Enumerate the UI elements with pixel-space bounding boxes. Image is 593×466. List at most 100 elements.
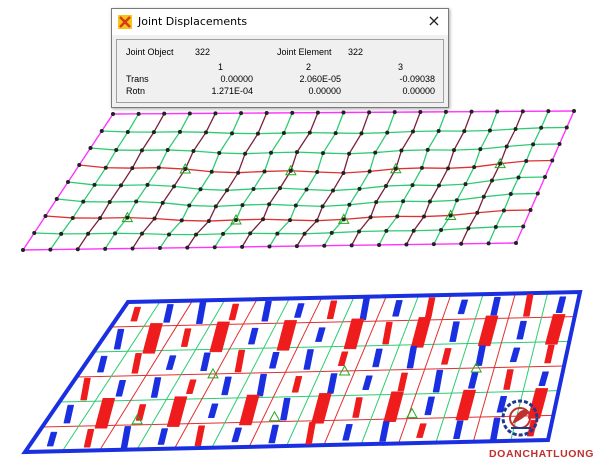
mesh-node bbox=[373, 150, 378, 155]
mesh-node bbox=[278, 186, 282, 191]
mesh-row-segment bbox=[147, 184, 175, 188]
close-button[interactable]: × bbox=[420, 9, 448, 35]
mesh-column-segment bbox=[181, 205, 190, 221]
stress-block bbox=[185, 379, 197, 394]
mesh-node bbox=[481, 194, 486, 199]
joint-displacements-dialog: Joint Displacements × Joint Object 322 J… bbox=[111, 8, 449, 108]
joint-object-value: 322 bbox=[195, 47, 211, 57]
mesh-row-segment bbox=[385, 184, 413, 187]
mesh-node bbox=[293, 203, 298, 208]
mesh-row-segment bbox=[465, 179, 493, 185]
mesh-row-segment bbox=[401, 149, 428, 152]
mesh-row-segment bbox=[322, 204, 350, 208]
mesh-row-segment bbox=[489, 128, 516, 132]
stress-block bbox=[268, 424, 279, 444]
mesh-node bbox=[564, 125, 569, 130]
mesh-column-segment bbox=[456, 183, 467, 201]
mesh-column-segment bbox=[283, 112, 293, 134]
mesh-row-segment bbox=[506, 143, 534, 148]
stress-block bbox=[379, 421, 390, 442]
mesh-node bbox=[262, 169, 267, 174]
mesh-node bbox=[528, 208, 533, 212]
mesh-column-segment bbox=[167, 131, 181, 151]
mesh-node bbox=[307, 130, 312, 135]
stress-block bbox=[467, 372, 479, 389]
mesh-column-segment bbox=[488, 226, 497, 244]
mesh-row-segment bbox=[296, 151, 324, 154]
stress-block bbox=[157, 428, 169, 445]
mesh-node bbox=[66, 180, 70, 184]
mesh-node bbox=[54, 197, 59, 201]
mesh-node bbox=[436, 129, 441, 134]
mesh-node bbox=[88, 146, 93, 150]
stress-block bbox=[359, 297, 371, 321]
mesh-node bbox=[384, 228, 389, 233]
mesh-column-segment bbox=[99, 201, 111, 219]
mesh-node bbox=[140, 231, 145, 236]
mesh-node bbox=[498, 161, 503, 166]
stress-block bbox=[522, 294, 534, 317]
mesh-row-segment bbox=[448, 166, 475, 169]
mesh-column-segment bbox=[44, 198, 58, 217]
stress-block bbox=[516, 320, 527, 340]
mesh-node bbox=[99, 129, 104, 133]
mesh-row-segment bbox=[343, 170, 370, 174]
mesh-column-segment bbox=[77, 233, 89, 250]
stress-block bbox=[256, 373, 268, 397]
mesh-column-segment bbox=[208, 206, 217, 222]
stress-block bbox=[352, 397, 363, 418]
mesh-row-segment bbox=[167, 149, 194, 152]
mesh-column-segment bbox=[237, 153, 246, 173]
mesh-column-segment bbox=[476, 196, 485, 213]
mesh-node bbox=[501, 208, 506, 213]
mesh-node bbox=[448, 213, 453, 218]
mesh-row-segment bbox=[223, 232, 251, 235]
mesh-column-segment bbox=[186, 234, 197, 249]
mesh-node bbox=[399, 148, 404, 153]
mesh-node bbox=[437, 183, 441, 188]
mesh-column-segment bbox=[296, 132, 311, 153]
mesh-node bbox=[410, 183, 415, 188]
mesh-column-segment bbox=[540, 110, 549, 129]
stress-block bbox=[165, 355, 177, 370]
mesh-node bbox=[550, 158, 555, 163]
mesh-row-segment bbox=[453, 148, 481, 151]
stress-block bbox=[392, 300, 403, 317]
mesh-node bbox=[535, 191, 540, 196]
dialog-title: Joint Displacements bbox=[138, 15, 248, 28]
stress-block bbox=[200, 352, 211, 372]
mesh-node bbox=[187, 203, 192, 208]
mesh-column-segment bbox=[342, 153, 350, 174]
mesh-node bbox=[359, 131, 364, 136]
mesh-column-segment bbox=[421, 149, 429, 169]
stress-block bbox=[382, 321, 393, 345]
mesh-node bbox=[59, 231, 64, 236]
mesh-node bbox=[333, 131, 338, 136]
mesh-column-segment bbox=[433, 229, 442, 245]
mesh-column-segment bbox=[199, 171, 213, 190]
mesh-column-segment bbox=[257, 112, 268, 134]
mesh-column-segment bbox=[192, 131, 207, 152]
mesh-node bbox=[251, 186, 256, 191]
mesh-node bbox=[217, 150, 222, 155]
dialog-titlebar[interactable]: Joint Displacements × bbox=[112, 9, 448, 35]
mesh-node bbox=[367, 169, 372, 174]
mesh-row-segment bbox=[413, 229, 442, 232]
mesh-column-segment bbox=[127, 113, 140, 133]
mesh-node bbox=[206, 219, 211, 224]
mesh-node bbox=[393, 166, 398, 171]
rotn-value-1: 1.271E-04 bbox=[211, 86, 253, 96]
trans-value-2: 2.060E-05 bbox=[299, 74, 341, 84]
mesh-node bbox=[230, 131, 235, 136]
mesh-column-segment bbox=[295, 189, 308, 206]
mesh-node bbox=[462, 129, 467, 134]
mesh-column-segment bbox=[268, 187, 281, 205]
mesh-column-segment bbox=[438, 111, 447, 132]
mesh-node bbox=[21, 248, 25, 252]
mesh-column-segment bbox=[385, 168, 397, 187]
mesh-column-segment bbox=[515, 226, 524, 244]
mesh-row-segment bbox=[295, 204, 323, 208]
mesh-node bbox=[425, 147, 430, 152]
mesh-row-segment bbox=[269, 203, 296, 207]
trans-value-3: -0.09038 bbox=[399, 74, 435, 84]
